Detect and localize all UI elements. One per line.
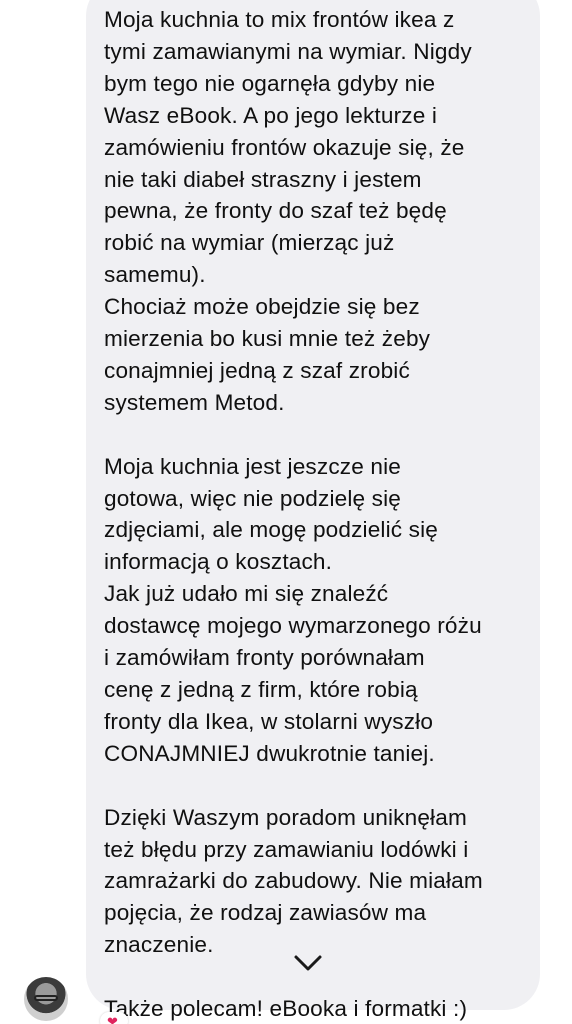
reaction-badge[interactable]: ❤: [100, 1012, 128, 1024]
chat-screen: Moja kuchnia to mix frontów ikea z tymi …: [0, 0, 572, 1024]
chevron-down-icon: [294, 955, 322, 971]
message-paragraph: Moja kuchnia to mix frontów ikea z tymi …: [104, 7, 472, 415]
avatar[interactable]: [24, 977, 68, 1021]
scroll-down-button[interactable]: [288, 948, 328, 978]
message-paragraph: Także polecam! eBooka i formatki :): [104, 996, 468, 1022]
avatar-glasses: [34, 995, 58, 1001]
heart-icon: ❤: [107, 1014, 118, 1024]
message-text: Moja kuchnia to mix frontów ikea z tymi …: [104, 4, 534, 1024]
message-paragraph: Moja kuchnia jest jeszcze nie gotowa, wi…: [104, 453, 482, 766]
message-paragraph: Dzięki Waszym poradom uniknęłam też błęd…: [104, 804, 483, 958]
